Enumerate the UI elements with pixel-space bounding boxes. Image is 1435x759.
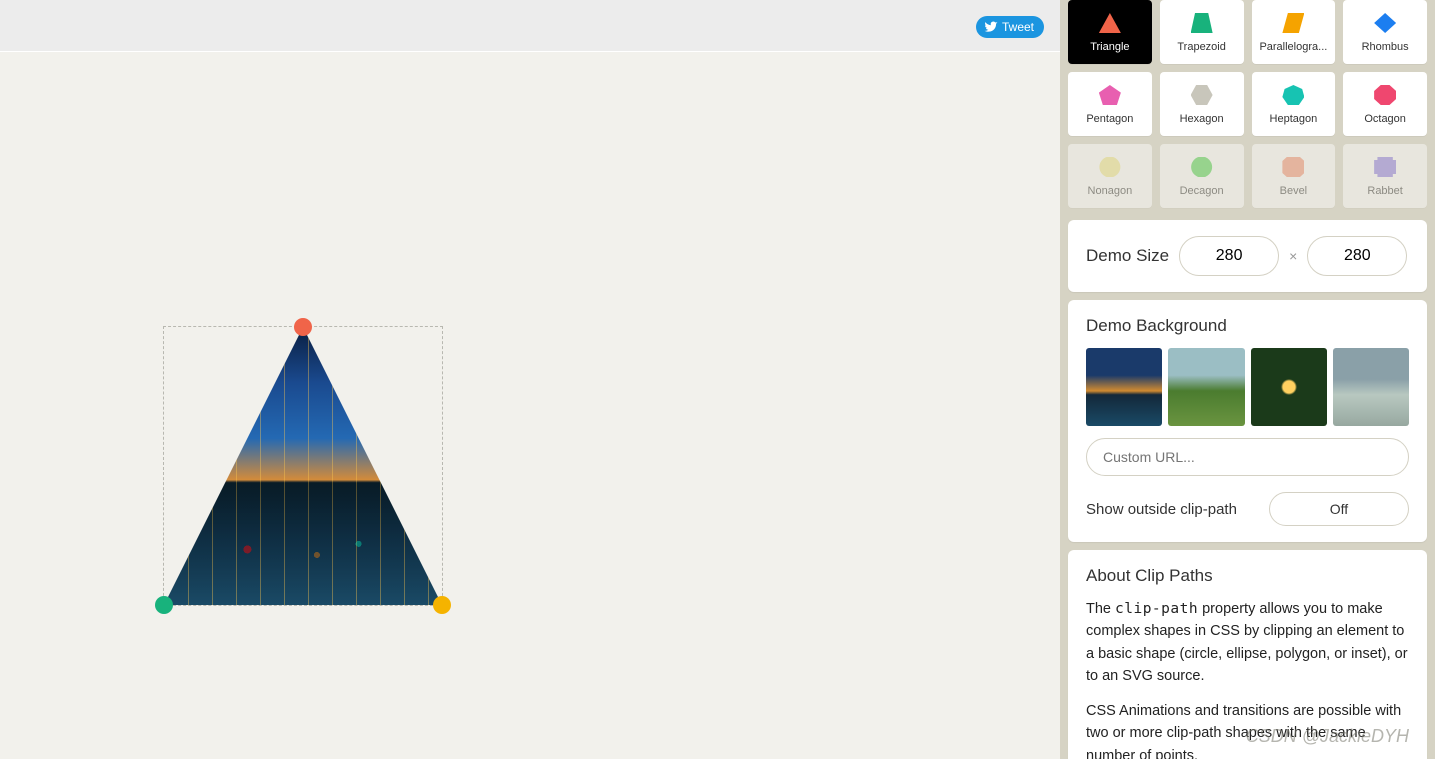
clip-handle-bottom-left[interactable] [155, 596, 173, 614]
tweet-label: Tweet [1002, 20, 1034, 34]
shape-icon [1097, 155, 1123, 179]
shape-card-decagon[interactable]: Decagon [1160, 144, 1244, 208]
shape-icon [1189, 155, 1215, 179]
shape-icon [1280, 83, 1306, 107]
tweet-button[interactable]: Tweet [976, 16, 1044, 38]
shape-picker-grid: Triangle Trapezoid Parallelogra... Rhombus P… [1060, 0, 1435, 212]
custom-url-input[interactable] [1086, 438, 1409, 476]
sidebar[interactable]: Triangle Trapezoid Parallelogra... Rhombus P… [1060, 0, 1435, 759]
shape-card-rhombus[interactable]: Rhombus [1343, 0, 1427, 64]
about-panel: About Clip Paths The clip-path property … [1068, 550, 1427, 759]
shape-card-triangle[interactable]: Triangle [1068, 0, 1152, 64]
shape-label: Rhombus [1362, 41, 1409, 53]
shape-card-parallelogra[interactable]: Parallelogra... [1252, 0, 1336, 64]
shape-card-nonagon[interactable]: Nonagon [1068, 144, 1152, 208]
shape-card-bevel[interactable]: Bevel [1252, 144, 1336, 208]
shape-label: Octagon [1364, 113, 1406, 125]
shape-label: Decagon [1180, 185, 1224, 197]
shape-card-pentagon[interactable]: Pentagon [1068, 72, 1152, 136]
multiply-sign: × [1289, 248, 1297, 264]
shape-icon [1372, 83, 1398, 107]
shape-icon [1372, 155, 1398, 179]
shape-label: Parallelogra... [1259, 41, 1327, 53]
shape-card-octagon[interactable]: Octagon [1343, 72, 1427, 136]
background-thumb-1[interactable] [1086, 348, 1162, 426]
clip-path-code: clip-path [1115, 601, 1198, 617]
shape-icon [1372, 11, 1398, 35]
shape-card-hexagon[interactable]: Hexagon [1160, 72, 1244, 136]
demo-size-panel: Demo Size × [1068, 220, 1427, 292]
demo-bounding-box [163, 326, 443, 606]
demo-background-label: Demo Background [1086, 316, 1409, 336]
shape-icon [1280, 11, 1306, 35]
shape-label: Hexagon [1180, 113, 1224, 125]
about-title: About Clip Paths [1086, 566, 1409, 586]
shape-label: Pentagon [1086, 113, 1133, 125]
clip-handle-bottom-right[interactable] [433, 596, 451, 614]
demo-size-label: Demo Size [1086, 246, 1169, 266]
top-banner: Tweet [0, 0, 1060, 52]
shape-icon [1280, 155, 1306, 179]
shape-icon [1189, 83, 1215, 107]
about-paragraph-1: The clip-path property allows you to mak… [1086, 598, 1409, 688]
shape-icon [1097, 83, 1123, 107]
show-outside-value: Off [1330, 501, 1348, 517]
demo-height-input[interactable] [1307, 236, 1407, 276]
background-thumb-3[interactable] [1251, 348, 1327, 426]
shape-label: Rabbet [1367, 185, 1402, 197]
show-outside-toggle[interactable]: Off [1269, 492, 1409, 526]
about-p1-pre: The [1086, 601, 1115, 617]
twitter-bird-icon [984, 20, 998, 34]
shape-label: Bevel [1280, 185, 1308, 197]
demo-stage [0, 52, 1060, 759]
shape-icon [1189, 11, 1215, 35]
shape-label: Heptagon [1270, 113, 1318, 125]
shape-label: Nonagon [1088, 185, 1133, 197]
demo-background-panel: Demo Background Show outside clip-path O… [1068, 300, 1427, 542]
about-paragraph-2: CSS Animations and transitions are possi… [1086, 700, 1409, 759]
shape-icon [1097, 11, 1123, 35]
clip-handle-top[interactable] [294, 318, 312, 336]
demo-clipped-image [164, 327, 442, 605]
shape-card-rabbet[interactable]: Rabbet [1343, 144, 1427, 208]
shape-label: Trapezoid [1177, 41, 1226, 53]
background-thumb-2[interactable] [1168, 348, 1244, 426]
shape-label: Triangle [1090, 41, 1129, 53]
shape-card-trapezoid[interactable]: Trapezoid [1160, 0, 1244, 64]
background-thumb-4[interactable] [1333, 348, 1409, 426]
show-outside-label: Show outside clip-path [1086, 501, 1237, 518]
shape-card-heptagon[interactable]: Heptagon [1252, 72, 1336, 136]
demo-width-input[interactable] [1179, 236, 1279, 276]
